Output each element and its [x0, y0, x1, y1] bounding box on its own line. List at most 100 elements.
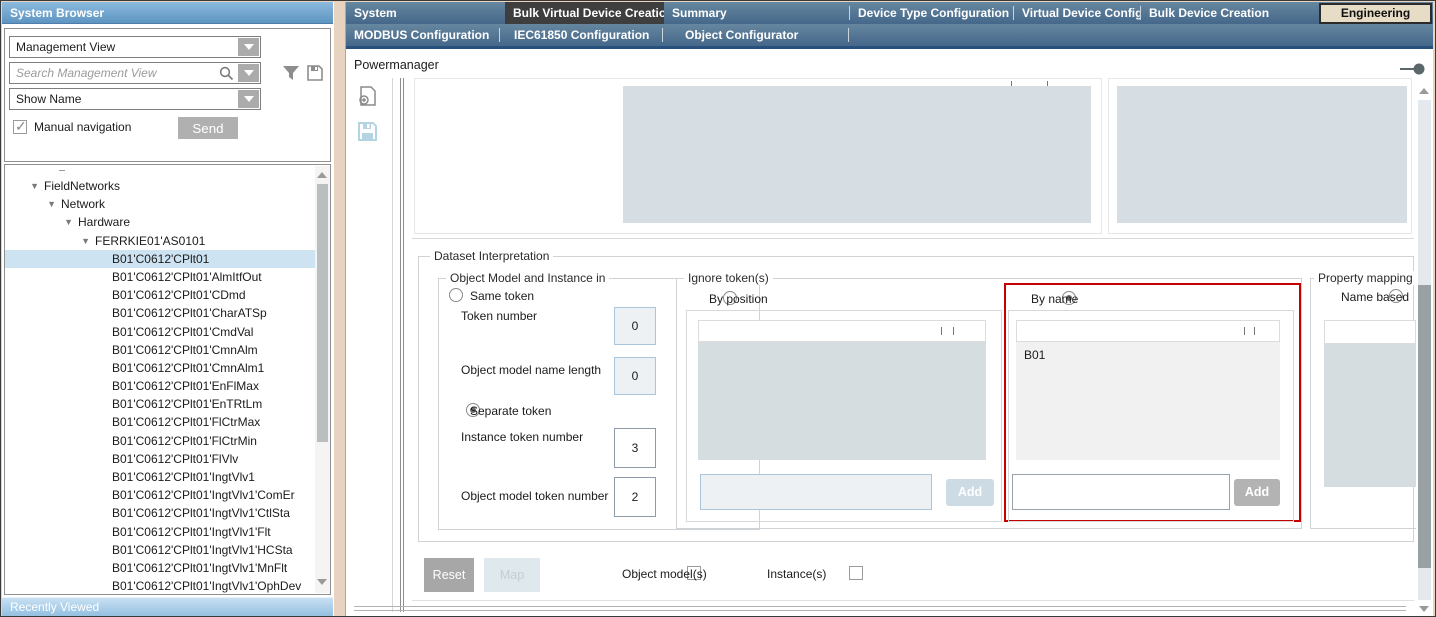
tree-item[interactable]: B01'C0612'CPlt01'IngtVlv1'ComEr: [5, 486, 330, 504]
tree-item[interactable]: B01'C0612'CPlt01'FlVlv: [5, 450, 330, 468]
tab-engineering[interactable]: Engineering: [1319, 3, 1432, 24]
tab-object-configurator[interactable]: Object Configurator: [663, 24, 847, 46]
scroll-down-icon[interactable]: [317, 579, 327, 585]
name-based-label: Name based: [1341, 290, 1409, 304]
tree-item[interactable]: B01'C0612'CPlt01'FlCtrMin: [5, 432, 330, 450]
tree-item[interactable]: B01'C0612'CPlt01: [5, 250, 330, 268]
system-browser-panel: System Browser Management View Search Ma…: [2, 2, 334, 617]
tree-item[interactable]: B01'C0612'CPlt01'CharATSp: [5, 304, 330, 322]
view-mode-select[interactable]: Management View: [9, 36, 261, 58]
tree-item[interactable]: B01'C0612'CPlt01'IngtVlv1'OphDev: [5, 577, 330, 595]
main-scrollbar-thumb[interactable]: [1418, 285, 1431, 568]
save-icon[interactable]: [358, 122, 377, 141]
by-name-token-input[interactable]: [1012, 474, 1230, 510]
scroll-up-icon[interactable]: [317, 172, 327, 178]
horizontal-scrollbar-track[interactable]: [354, 610, 1406, 611]
tab-bulk-device-creation[interactable]: Bulk Device Creation: [1141, 2, 1317, 24]
tree-item[interactable]: B01'C0612'CPlt01'CDmd: [5, 286, 330, 304]
by-name-list: B01: [1016, 342, 1280, 460]
display-mode-select[interactable]: Show Name: [9, 88, 261, 110]
instance-token-label: Instance token number: [461, 430, 583, 444]
tab-bar-underline: [346, 46, 1433, 49]
tree-indent: [5, 486, 112, 504]
tab-bar-row2: MODBUS Configuration IEC61850 Configurat…: [346, 24, 1433, 46]
by-position-add-button: Add: [946, 479, 994, 506]
tree-expand-icon[interactable]: ▼: [5, 177, 44, 195]
save-filter-icon[interactable]: [306, 64, 324, 82]
tree-item[interactable]: B01'C0612'CPlt01'FlCtrMax: [5, 413, 330, 431]
tree-scrollbar-thumb[interactable]: [317, 184, 328, 442]
tab-virtual-device-configuration[interactable]: Virtual Device Configuration: [1014, 2, 1140, 24]
manual-navigation-checkbox[interactable]: [13, 120, 27, 134]
tree-indent: [5, 450, 112, 468]
tree-scrollbar[interactable]: [315, 166, 330, 593]
tree-item[interactable]: ▼FieldNetworks: [5, 177, 330, 195]
tab-bar-row1: System Bulk Virtual Device Creation Summ…: [346, 2, 1433, 24]
tree-item-label: B01'C0612'CPlt01'CmdVal: [112, 323, 253, 341]
tab-summary[interactable]: Summary: [664, 2, 848, 24]
main-panel: System Bulk Virtual Device Creation Summ…: [345, 2, 1433, 617]
token-number-label: Token number: [461, 309, 537, 323]
chevron-down-icon[interactable]: [238, 38, 259, 56]
tree-item[interactable]: B01'C0612'CPlt01'CmdVal: [5, 323, 330, 341]
tree-indent: [5, 559, 112, 577]
main-scrollbar[interactable]: [1416, 78, 1433, 616]
tree-indent: [5, 341, 112, 359]
scroll-down-icon[interactable]: [1419, 606, 1429, 612]
scroll-up-icon[interactable]: [1419, 88, 1429, 94]
tree-item[interactable]: B01'C0612'CPlt01'IngtVlv1'MnFlt: [5, 559, 330, 577]
by-name-list-item[interactable]: B01: [1016, 342, 1280, 362]
by-name-add-button[interactable]: Add: [1234, 479, 1280, 506]
tab-device-type-configuration[interactable]: Device Type Configuration: [850, 2, 1012, 24]
tree-item[interactable]: ▼FERRKIE01'AS0101: [5, 232, 330, 250]
tab-bulk-virtual-device-creation[interactable]: Bulk Virtual Device Creation: [505, 2, 664, 24]
tree-item[interactable]: ▼Hardware: [5, 213, 330, 231]
chevron-down-icon[interactable]: [238, 90, 259, 108]
object-model-token-input[interactable]: 2: [614, 477, 656, 517]
by-name-list-header: [1016, 320, 1280, 342]
tree-item[interactable]: ▼Network: [5, 195, 330, 213]
tree-expand-icon[interactable]: ▼: [5, 195, 61, 213]
horizontal-scrollbar-track[interactable]: [354, 606, 1406, 607]
tree-item[interactable]: B01'C0612'CPlt01'CmnAlm: [5, 341, 330, 359]
tree-item[interactable]: B01'C0612'CPlt01'AlmItfOut: [5, 268, 330, 286]
search-input[interactable]: Search Management View: [9, 62, 261, 84]
tree-item[interactable]: B01'C0612'CPlt01'IngtVlv1: [5, 468, 330, 486]
toolbar-divider: [392, 78, 393, 612]
tree-item[interactable]: B01'C0612'CPlt01'EnTRtLm: [5, 395, 330, 413]
tree-item[interactable]: B01'C0612'CPlt01'EnFlMax: [5, 377, 330, 395]
object-models-label: Object model(s): [622, 567, 707, 581]
tree-item-label: FieldNetworks: [44, 177, 120, 195]
same-token-radio[interactable]: [449, 288, 463, 302]
tree-item-label: Hardware: [78, 213, 130, 231]
browser-controls-box: Management View Search Management View S…: [4, 28, 331, 162]
splitter-handle[interactable]: [403, 78, 404, 612]
tab-modbus-configuration[interactable]: MODBUS Configuration: [346, 24, 498, 46]
recently-viewed-bar[interactable]: Recently Viewed: [2, 597, 333, 616]
clipped-list-body: [623, 86, 1091, 223]
tree-item[interactable]: B01'C0612'CPlt01'CmnAlm1: [5, 359, 330, 377]
tree-item[interactable]: B01'C0612'CPlt01'IngtVlv1'CtlSta: [5, 504, 330, 522]
system-browser-title: System Browser: [2, 2, 333, 24]
splitter-handle[interactable]: [400, 78, 401, 612]
tab-iec61850-configuration[interactable]: IEC61850 Configuration: [500, 24, 661, 46]
send-button[interactable]: Send: [178, 117, 238, 139]
pin-icon[interactable]: [1400, 63, 1426, 75]
tree-item-label: B01'C0612'CPlt01'IngtVlv1'CtlSta: [112, 504, 290, 522]
object-model-legend: Object Model and Instance in: [446, 271, 609, 285]
reset-button[interactable]: Reset: [424, 558, 474, 592]
search-options-chevron-icon[interactable]: [238, 64, 259, 82]
tree-expand-icon[interactable]: ▼: [5, 232, 95, 250]
tree-item[interactable]: B01'C0612'CPlt01'IngtVlv1'HCSta: [5, 541, 330, 559]
instance-token-input[interactable]: 3: [614, 428, 656, 468]
search-icon[interactable]: [219, 66, 234, 81]
tab-system[interactable]: System: [346, 2, 505, 24]
import-document-icon[interactable]: [358, 86, 378, 106]
tree-expand-icon[interactable]: ▼: [5, 213, 78, 231]
tree-item-label: B01'C0612'CPlt01'CDmd: [112, 286, 246, 304]
clipped-tree-item-fragment: [59, 167, 65, 171]
instances-checkbox[interactable]: [849, 566, 863, 580]
filter-icon[interactable]: [282, 64, 300, 82]
tree-item[interactable]: B01'C0612'CPlt01'IngtVlv1'Flt: [5, 523, 330, 541]
tree-item-label: Network: [61, 195, 105, 213]
